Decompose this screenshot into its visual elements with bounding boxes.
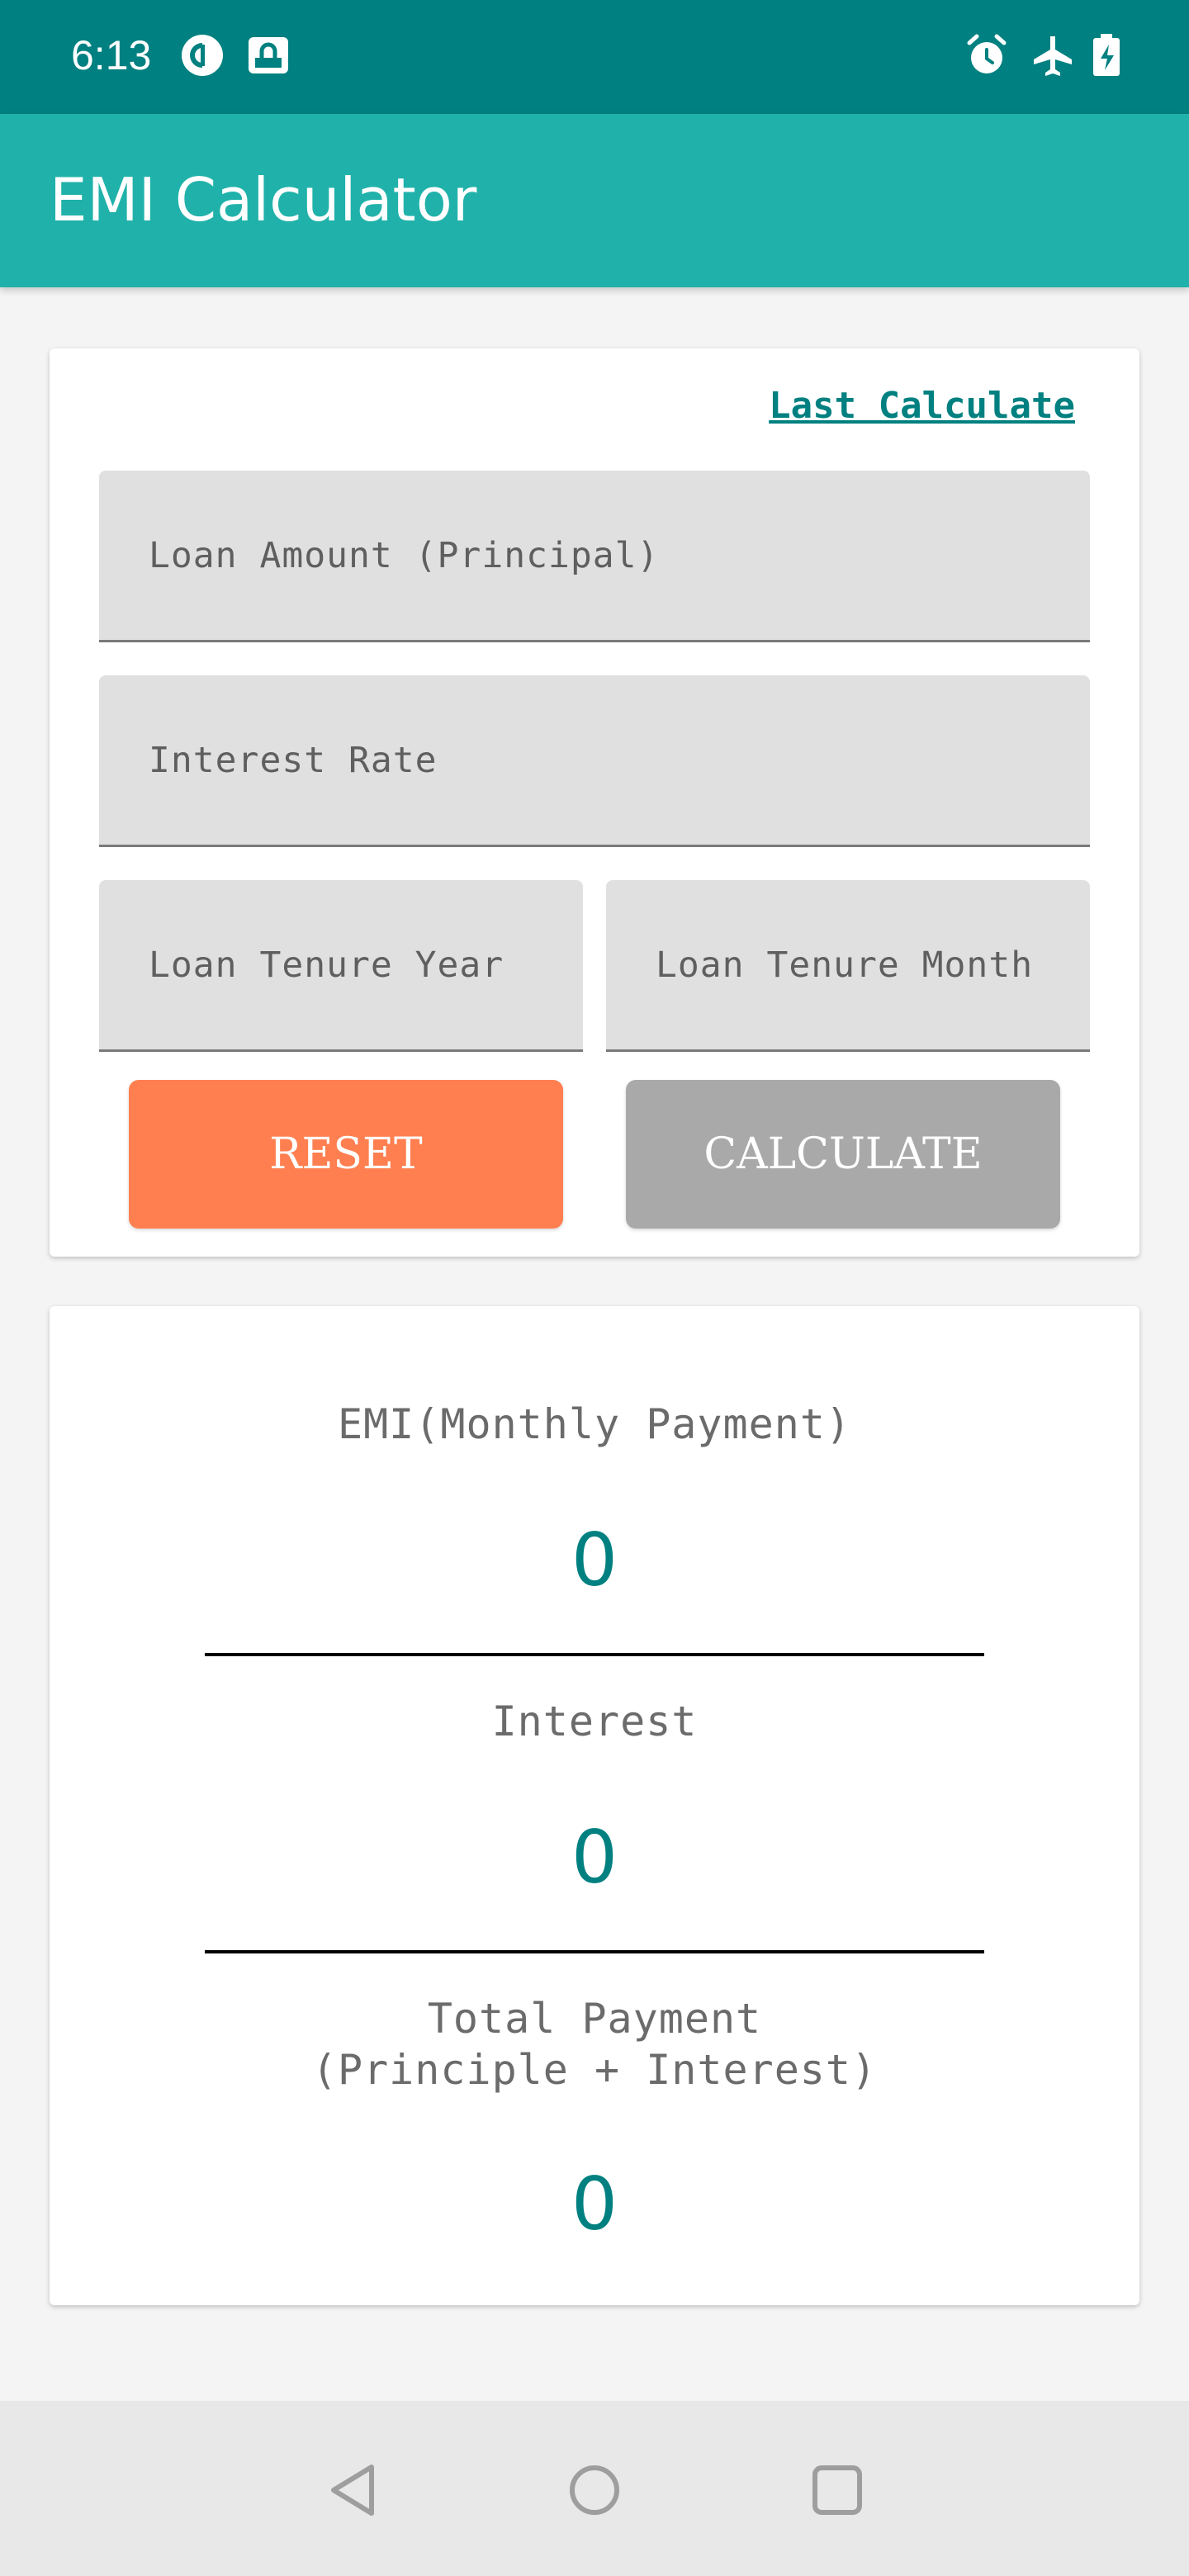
- interest-rate-field[interactable]: Interest Rate: [99, 675, 1090, 847]
- tenure-year-placeholder: Loan Tenure Year: [149, 944, 504, 986]
- interest-value: 0: [571, 1815, 618, 1900]
- divider: [205, 1950, 984, 1953]
- tenure-month-placeholder: Loan Tenure Month: [656, 944, 1034, 986]
- tenure-month-field[interactable]: Loan Tenure Month: [606, 880, 1090, 1052]
- app-bar: EMI Calculator: [0, 114, 1189, 287]
- input-card: Last Calculate Loan Amount (Principal) I…: [50, 348, 1139, 1257]
- tenure-year-field[interactable]: Loan Tenure Year: [99, 880, 583, 1052]
- emi-value: 0: [571, 1518, 618, 1603]
- app-title: EMI Calculator: [50, 165, 477, 234]
- divider: [205, 1653, 984, 1656]
- navigation-bar: [0, 2401, 1189, 2576]
- interest-rate-placeholder: Interest Rate: [149, 739, 438, 781]
- interest-label: Interest: [491, 1698, 698, 1745]
- pocket-casts-icon: [180, 33, 225, 78]
- calculate-button[interactable]: CALCULATE: [626, 1080, 1060, 1229]
- total-payment-sublabel: (Principle + Interest): [311, 2046, 878, 2094]
- lock-screen-icon: [246, 33, 291, 78]
- principal-placeholder: Loan Amount (Principal): [149, 534, 660, 576]
- battery-charging-icon: [1090, 33, 1123, 78]
- last-calculate-link[interactable]: Last Calculate: [769, 385, 1075, 427]
- results-card: EMI(Monthly Payment) 0 Interest 0 Total …: [50, 1306, 1139, 2305]
- principal-field[interactable]: Loan Amount (Principal): [99, 471, 1090, 642]
- reset-button[interactable]: RESET: [129, 1080, 563, 1229]
- alarm-icon: [964, 33, 1009, 78]
- recents-icon[interactable]: [806, 2459, 869, 2522]
- status-bar: 6:13: [0, 0, 1189, 114]
- emi-label: EMI(Monthly Payment): [337, 1400, 852, 1448]
- total-payment-value: 0: [571, 2162, 618, 2247]
- airplane-icon: [1030, 33, 1075, 78]
- total-payment-label: Total Payment: [427, 1995, 762, 2043]
- home-icon[interactable]: [563, 2459, 626, 2522]
- status-time: 6:13: [71, 32, 152, 78]
- back-icon[interactable]: [322, 2459, 385, 2522]
